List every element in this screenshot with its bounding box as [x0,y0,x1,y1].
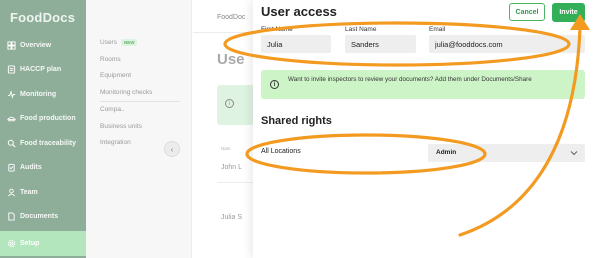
monitoring-icon [6,89,16,99]
table-row[interactable]: Julia S [221,214,242,221]
sidebar-item-haccp-plan[interactable]: HACCP plan [0,58,86,83]
table-row-divider [217,182,257,183]
sidebar-item-overview[interactable]: Overview [0,33,86,58]
inspector-info-banner: i Want to invite inspectors to review yo… [261,70,585,99]
collapse-sidebar-button[interactable]: ‹ [164,141,180,157]
info-banner-text: Want to invite inspectors to review your… [288,76,532,83]
team-icon [6,187,16,197]
location-label: All Locations [261,148,301,155]
role-select[interactable]: Admin [428,144,585,162]
modal-title: User access [261,4,337,19]
sidebar-item-documents[interactable]: Documents [0,205,86,230]
sidebar: FoodDocs Overview HACCP plan Monitoring … [0,0,86,258]
app-logo: FoodDocs [10,10,76,25]
sidebar-item-label: HACCP plan [20,66,62,74]
sidebar-item-audits[interactable]: Audits [0,156,86,181]
invite-button[interactable]: Invite [552,3,585,22]
subnav-item-users[interactable]: Users NEW [100,39,138,47]
user-access-modal: User access Cancel Invite First Name Las… [253,0,600,258]
first-name-field[interactable] [261,35,331,53]
sidebar-item-label: Team [20,188,38,196]
header-divider [193,32,253,33]
cancel-button[interactable]: Cancel [509,3,545,21]
sidebar-item-label: Audits [20,164,42,172]
users-page-background: FoodDoc Use i Nam John L Julia S [193,0,257,258]
first-name-label: First Name [261,26,293,33]
main-nav: Overview HACCP plan Monitoring Food prod… [0,33,86,256]
last-name-label: Last Name [345,26,377,33]
table-row[interactable]: John L [221,164,242,171]
last-name-field[interactable] [345,35,416,53]
sidebar-item-label: Setup [20,239,40,247]
role-select-value: Admin [436,149,457,156]
food-production-icon [6,114,16,124]
chevron-left-icon: ‹ [170,144,174,154]
sidebar-item-label: Food traceability [20,139,77,147]
overview-icon [6,40,16,50]
subnav-item-equipment[interactable]: Equipment [100,72,131,79]
location-rights-row: All Locations Admin [253,142,600,163]
subnav-item-monitoring-checks[interactable]: Monitoring checks [100,89,152,96]
sidebar-item-label: Food production [20,115,76,123]
sidebar-item-label: Documents [20,213,59,221]
email-label: Email [429,26,446,33]
page-title: Use [217,51,245,68]
documents-icon [6,212,16,222]
gear-icon [6,238,16,248]
info-icon: i [225,99,234,108]
subnav-item-integration[interactable]: Integration [100,139,131,146]
subnav-item-label: Users [100,39,117,47]
info-icon: i [270,80,279,89]
chevron-down-icon [570,151,578,156]
sidebar-item-label: Monitoring [20,90,57,98]
subnav-item-business-units[interactable]: Business units [100,123,142,130]
table-column-header-name: Nam [221,146,231,151]
sidebar-item-label: Overview [20,41,52,49]
audits-icon [6,163,16,173]
sidebar-item-team[interactable]: Team [0,180,86,205]
shared-rights-title: Shared rights [261,115,332,127]
subnav-item-rooms[interactable]: Rooms [100,56,121,63]
search-icon [6,138,16,148]
email-field[interactable] [429,35,585,53]
setup-subnav: Users NEW Rooms Equipment Monitoring chec… [86,0,192,258]
subnav-item-company[interactable]: Compa.. [100,106,125,113]
sidebar-item-food-traceability[interactable]: Food traceability [0,131,86,156]
haccp-plan-icon [6,65,16,75]
sidebar-item-food-production[interactable]: Food production [0,107,86,132]
subnav-divider [100,101,180,102]
info-banner-background: i [217,85,257,125]
sidebar-item-monitoring[interactable]: Monitoring [0,82,86,107]
new-badge: NEW [120,39,138,46]
sidebar-item-setup[interactable]: Setup [0,231,86,256]
page-header-brand: FoodDoc [217,14,246,21]
